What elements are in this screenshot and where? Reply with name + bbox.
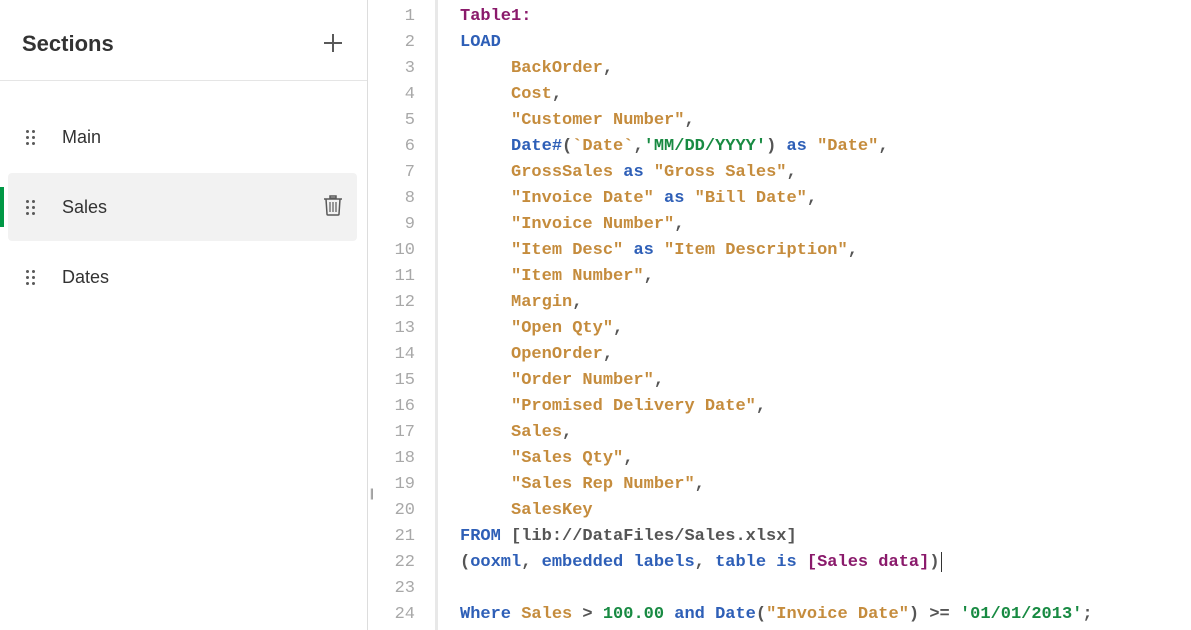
code-line[interactable]: "Customer Number",: [460, 108, 1093, 134]
code-editor[interactable]: 123456789101112131415161718192021222324 …: [368, 0, 1191, 630]
line-number: 8: [368, 186, 415, 212]
line-number: 11: [368, 264, 415, 290]
code-line[interactable]: Margin,: [460, 290, 1093, 316]
line-number: 20: [368, 498, 415, 524]
code-line[interactable]: [460, 576, 1093, 602]
line-number: 14: [368, 342, 415, 368]
line-number: 10: [368, 238, 415, 264]
line-number: 16: [368, 394, 415, 420]
sections-list: Main Sales Dates: [0, 81, 367, 311]
code-line[interactable]: "Promised Delivery Date",: [460, 394, 1093, 420]
code-line[interactable]: "Item Desc" as "Item Description",: [460, 238, 1093, 264]
code-line[interactable]: (ooxml, embedded labels, table is [Sales…: [460, 550, 1093, 576]
line-number: 23: [368, 576, 415, 602]
sidebar: Sections MainSalesDates ||: [0, 0, 368, 630]
code-line[interactable]: "Order Number",: [460, 368, 1093, 394]
line-number: 19: [368, 472, 415, 498]
section-item-sales[interactable]: Sales: [8, 173, 357, 241]
code-line[interactable]: "Item Number",: [460, 264, 1093, 290]
line-number: 21: [368, 524, 415, 550]
code-line[interactable]: "Invoice Date" as "Bill Date",: [460, 186, 1093, 212]
line-number: 22: [368, 550, 415, 576]
code-line[interactable]: OpenOrder,: [460, 342, 1093, 368]
code-line[interactable]: "Invoice Number",: [460, 212, 1093, 238]
resize-handle[interactable]: ||: [370, 486, 372, 500]
sidebar-header: Sections: [0, 0, 367, 81]
code-line[interactable]: SalesKey: [460, 498, 1093, 524]
line-number: 15: [368, 368, 415, 394]
add-section-button[interactable]: [321, 30, 345, 58]
line-number: 13: [368, 316, 415, 342]
line-number: 17: [368, 420, 415, 446]
line-number: 3: [368, 56, 415, 82]
code-line[interactable]: "Open Qty",: [460, 316, 1093, 342]
line-number: 24: [368, 602, 415, 628]
text-cursor: [941, 552, 942, 572]
section-item-main[interactable]: Main: [8, 103, 357, 171]
drag-handle-icon[interactable]: [26, 130, 44, 145]
section-label: Main: [62, 127, 343, 148]
section-label: Dates: [62, 267, 343, 288]
code-line[interactable]: Where Sales > 100.00 and Date("Invoice D…: [460, 602, 1093, 628]
line-number: 4: [368, 82, 415, 108]
code-line[interactable]: BackOrder,: [460, 56, 1093, 82]
code-line[interactable]: LOAD: [460, 30, 1093, 56]
line-number: 18: [368, 446, 415, 472]
drag-handle-icon[interactable]: [26, 200, 44, 215]
line-number: 2: [368, 30, 415, 56]
line-number: 5: [368, 108, 415, 134]
line-number: 6: [368, 134, 415, 160]
code-content[interactable]: Table1:LOAD BackOrder, Cost, "Customer N…: [438, 0, 1093, 630]
plus-icon: [323, 33, 343, 53]
trash-icon[interactable]: [323, 194, 343, 221]
code-line[interactable]: "Sales Rep Number",: [460, 472, 1093, 498]
code-line[interactable]: "Sales Qty",: [460, 446, 1093, 472]
line-gutter: 123456789101112131415161718192021222324: [368, 0, 438, 630]
line-number: 9: [368, 212, 415, 238]
code-line[interactable]: Table1:: [460, 4, 1093, 30]
line-number: 7: [368, 160, 415, 186]
code-line[interactable]: GrossSales as "Gross Sales",: [460, 160, 1093, 186]
sections-title: Sections: [22, 31, 114, 57]
code-line[interactable]: Date#(`Date`,'MM/DD/YYYY') as "Date",: [460, 134, 1093, 160]
line-number: 12: [368, 290, 415, 316]
code-line[interactable]: Cost,: [460, 82, 1093, 108]
section-label: Sales: [62, 197, 323, 218]
code-line[interactable]: FROM [lib://DataFiles/Sales.xlsx]: [460, 524, 1093, 550]
line-number: 1: [368, 4, 415, 30]
section-item-dates[interactable]: Dates: [8, 243, 357, 311]
drag-handle-icon[interactable]: [26, 270, 44, 285]
code-line[interactable]: Sales,: [460, 420, 1093, 446]
